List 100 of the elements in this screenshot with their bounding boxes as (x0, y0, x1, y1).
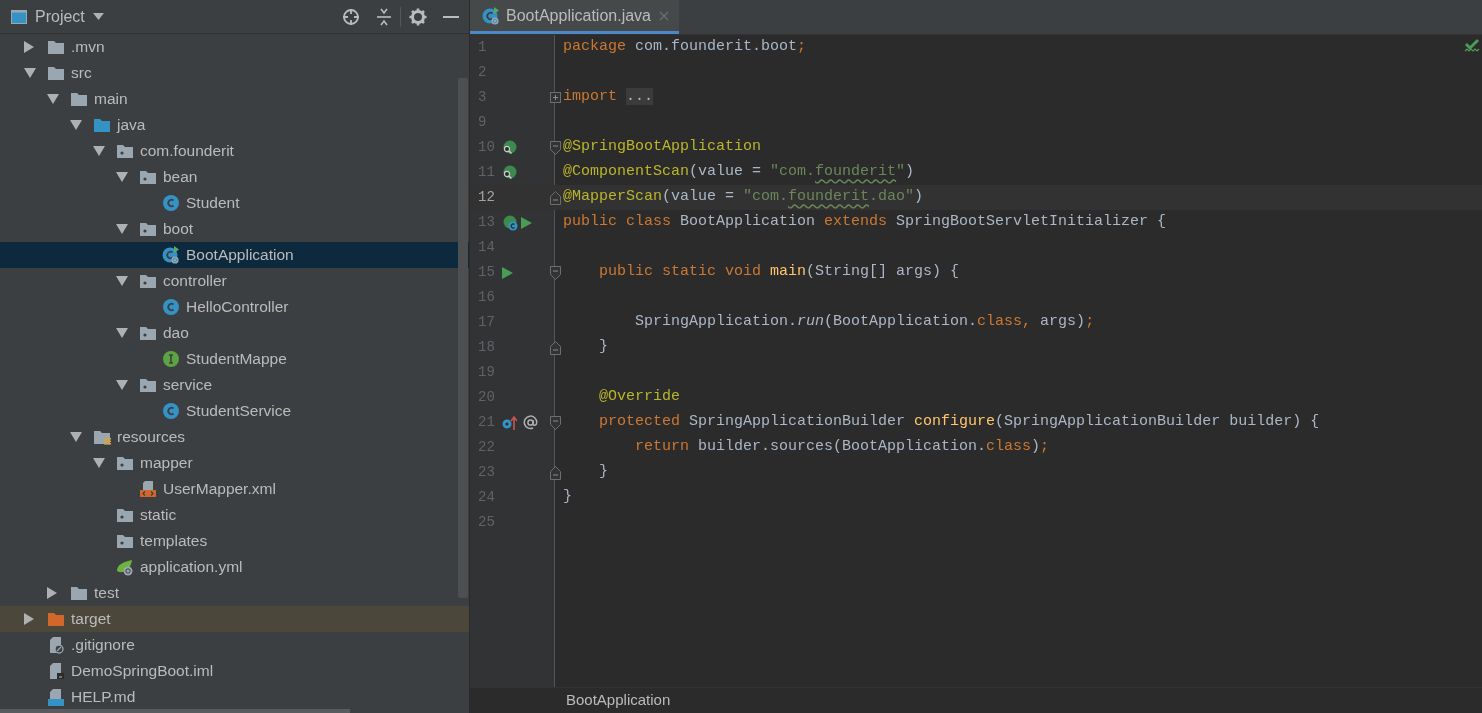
fold-icon[interactable] (549, 190, 561, 205)
tree-item[interactable]: main (0, 86, 469, 112)
code-line: return builder.sources(BootApplication.class); (634, 437, 1050, 458)
leaf-file-icon (116, 558, 134, 576)
tree-item[interactable]: HelloController (0, 294, 469, 320)
tree-item[interactable]: service (0, 372, 469, 398)
collapse-arrow-icon[interactable] (24, 68, 36, 78)
tree-item[interactable]: templates (0, 528, 469, 554)
code-line: @SpringBootApplication (563, 137, 762, 158)
tree-item[interactable]: DemoSpringBoot.iml (0, 658, 469, 684)
spring-class-icon (482, 6, 500, 25)
code-line: SpringApplication.run(BootApplication.class, args); (634, 312, 1095, 333)
folder-icon (47, 64, 65, 82)
expand-arrow-icon[interactable] (24, 41, 34, 53)
tree-item[interactable]: boot (0, 216, 469, 242)
package-icon (116, 506, 134, 524)
breadcrumb-item[interactable]: BootApplication (566, 689, 671, 712)
collapse-arrow-icon[interactable] (70, 120, 82, 130)
tree-item[interactable]: java (0, 112, 469, 138)
spring-class-icon (162, 246, 180, 264)
run-icon[interactable] (521, 216, 532, 229)
tree-item[interactable]: bean (0, 164, 469, 190)
package-icon (139, 324, 157, 342)
run-icon[interactable] (502, 266, 513, 279)
project-window-icon (11, 8, 27, 25)
collapse-arrow-icon[interactable] (116, 224, 128, 234)
package-icon (139, 272, 157, 290)
vertical-scrollbar[interactable] (458, 78, 468, 598)
fold-icon[interactable] (549, 465, 561, 480)
tree-item[interactable]: resources (0, 424, 469, 450)
tree-item[interactable]: test (0, 580, 469, 606)
dropdown-caret-icon[interactable] (92, 13, 104, 20)
tree-item[interactable]: static (0, 502, 469, 528)
code-line: @ComponentScan(value = "com.founderit") (563, 162, 915, 183)
markdown-file-icon (47, 688, 65, 706)
code-line: } (598, 337, 608, 358)
folder-icon (93, 116, 111, 134)
collapse-arrow-icon[interactable] (47, 94, 59, 104)
code-line: @Override (598, 387, 681, 408)
class-icon (162, 402, 180, 420)
check-icon[interactable] (1464, 38, 1480, 54)
expand-arrow-icon[interactable] (24, 613, 34, 625)
fold-icon[interactable] (549, 265, 561, 280)
code-line: import ... (563, 87, 654, 108)
collapse-arrow-icon[interactable] (116, 328, 128, 338)
fold-icon[interactable] (549, 140, 561, 155)
class-icon (162, 194, 180, 212)
tree-item[interactable]: dao (0, 320, 469, 346)
resources-folder-icon (93, 428, 111, 446)
expand-fold-icon[interactable] (549, 92, 561, 103)
code-line: protected SpringApplicationBuilder configure(SpringApplicationBuilder builder) { (598, 412, 1320, 433)
code-line: package com.founderit.boot; (563, 37, 807, 58)
locate-icon[interactable] (342, 7, 360, 26)
folder-icon (70, 90, 88, 108)
code-line: public class BootApplication extends SpringBootServletInitializer { (563, 212, 1167, 233)
bean-search-icon[interactable] (502, 140, 517, 155)
tree-item[interactable]: StudentService (0, 398, 469, 424)
folder-icon (47, 38, 65, 56)
package-icon (139, 376, 157, 394)
collapse-arrow-icon[interactable] (116, 276, 128, 286)
tree-item[interactable]: BootApplication (0, 242, 469, 268)
tree-item[interactable]: src (0, 60, 469, 86)
editor-tab[interactable]: BootApplication.java (470, 0, 679, 34)
tree-item[interactable]: controller (0, 268, 469, 294)
panel-title[interactable]: Project (35, 4, 85, 29)
collapse-arrow-icon[interactable] (116, 380, 128, 390)
interface-icon (162, 350, 180, 368)
settings-icon[interactable] (409, 7, 427, 26)
annotation-icon[interactable] (523, 415, 538, 430)
file-icon (47, 662, 65, 680)
code-line: @MapperScan(value = "com.founderit.dao") (563, 187, 924, 208)
bean-search-icon[interactable] (502, 165, 517, 180)
package-icon (139, 220, 157, 238)
tree-item[interactable]: StudentMappe (0, 346, 469, 372)
tree-item[interactable]: HELP.md (0, 684, 469, 710)
tree-item[interactable]: com.founderit (0, 138, 469, 164)
tree-item[interactable]: .gitignore (0, 632, 469, 658)
spring-class-icon[interactable] (502, 214, 519, 231)
collapse-arrow-icon[interactable] (93, 146, 105, 156)
package-icon (116, 532, 134, 550)
tree-item[interactable]: .mvn (0, 34, 469, 60)
package-icon (116, 454, 134, 472)
collapse-arrow-icon[interactable] (116, 172, 128, 182)
expand-arrow-icon[interactable] (47, 587, 57, 599)
file-icon (47, 636, 65, 654)
tree-item[interactable]: UserMapper.xml (0, 476, 469, 502)
collapse-all-icon[interactable] (376, 7, 392, 26)
tree-item[interactable]: application.yml (0, 554, 469, 580)
tree-item[interactable]: Student (0, 190, 469, 216)
xml-file-icon (139, 480, 157, 498)
collapse-arrow-icon[interactable] (70, 432, 82, 442)
tree-item[interactable]: mapper (0, 450, 469, 476)
fold-icon[interactable] (549, 415, 561, 430)
tree-item[interactable]: target (0, 606, 469, 632)
collapse-arrow-icon[interactable] (93, 458, 105, 468)
package-icon (116, 142, 134, 160)
override-icon[interactable] (502, 415, 517, 430)
line-number: 12 (477, 188, 496, 207)
code-line: } (563, 487, 572, 508)
fold-icon[interactable] (549, 340, 561, 355)
